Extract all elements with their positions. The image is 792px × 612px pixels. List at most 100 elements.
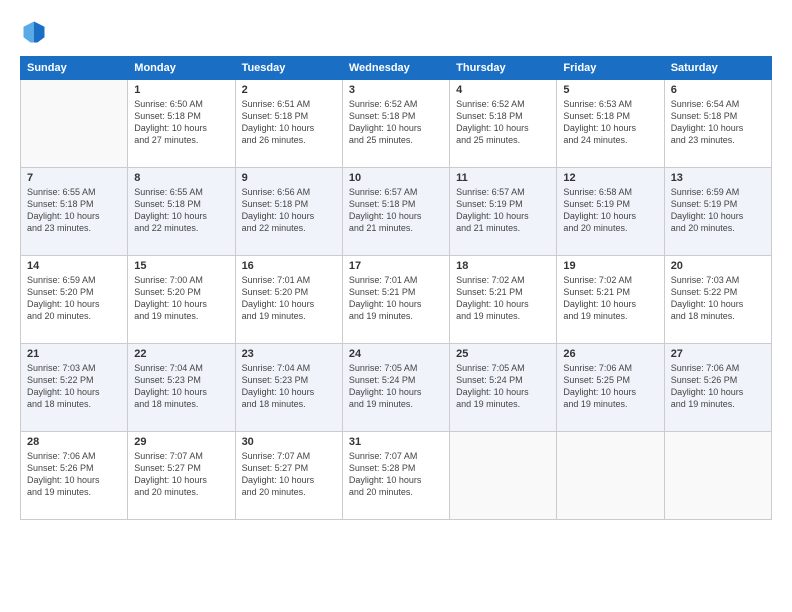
day-number: 26 (563, 348, 657, 360)
logo (20, 18, 52, 46)
day-number: 11 (456, 172, 550, 184)
calendar-cell: 12 Sunrise: 6:58 AM Sunset: 5:19 PM Dayli… (557, 168, 664, 256)
calendar-cell: 22 Sunrise: 7:04 AM Sunset: 5:23 PM Dayli… (128, 344, 235, 432)
calendar-cell: 28 Sunrise: 7:06 AM Sunset: 5:26 PM Dayli… (21, 432, 128, 520)
day-info: Sunrise: 7:01 AM Sunset: 5:20 PM Dayligh… (242, 274, 336, 323)
calendar-cell: 17 Sunrise: 7:01 AM Sunset: 5:21 PM Dayli… (342, 256, 449, 344)
day-info: Sunrise: 7:04 AM Sunset: 5:23 PM Dayligh… (134, 362, 228, 411)
day-info: Sunrise: 7:07 AM Sunset: 5:27 PM Dayligh… (134, 450, 228, 499)
day-number: 25 (456, 348, 550, 360)
day-info: Sunrise: 7:04 AM Sunset: 5:23 PM Dayligh… (242, 362, 336, 411)
day-number: 1 (134, 84, 228, 96)
day-number: 16 (242, 260, 336, 272)
day-number: 3 (349, 84, 443, 96)
calendar-cell: 6Sunrise: 6:54 AM Sunset: 5:18 PM Daylig… (664, 80, 771, 168)
day-number: 4 (456, 84, 550, 96)
calendar-cell: 8Sunrise: 6:55 AM Sunset: 5:18 PM Daylig… (128, 168, 235, 256)
day-info: Sunrise: 7:07 AM Sunset: 5:28 PM Dayligh… (349, 450, 443, 499)
day-number: 17 (349, 260, 443, 272)
day-info: Sunrise: 6:57 AM Sunset: 5:19 PM Dayligh… (456, 186, 550, 235)
day-info: Sunrise: 7:02 AM Sunset: 5:21 PM Dayligh… (563, 274, 657, 323)
header-tuesday: Tuesday (235, 57, 342, 80)
day-info: Sunrise: 7:05 AM Sunset: 5:24 PM Dayligh… (349, 362, 443, 411)
logo-icon (20, 18, 48, 46)
calendar-cell (21, 80, 128, 168)
day-info: Sunrise: 6:56 AM Sunset: 5:18 PM Dayligh… (242, 186, 336, 235)
day-number: 23 (242, 348, 336, 360)
calendar-cell: 26 Sunrise: 7:06 AM Sunset: 5:25 PM Dayli… (557, 344, 664, 432)
calendar-cell: 19 Sunrise: 7:02 AM Sunset: 5:21 PM Dayli… (557, 256, 664, 344)
calendar-cell: 31Sunrise: 7:07 AM Sunset: 5:28 PM Dayli… (342, 432, 449, 520)
header-saturday: Saturday (664, 57, 771, 80)
header-friday: Friday (557, 57, 664, 80)
day-info: Sunrise: 6:53 AM Sunset: 5:18 PM Dayligh… (563, 98, 657, 147)
day-number: 29 (134, 436, 228, 448)
day-number: 7 (27, 172, 121, 184)
day-number: 13 (671, 172, 765, 184)
day-number: 12 (563, 172, 657, 184)
day-number: 9 (242, 172, 336, 184)
calendar-cell: 24Sunrise: 7:05 AM Sunset: 5:24 PM Dayli… (342, 344, 449, 432)
day-number: 14 (27, 260, 121, 272)
day-info: Sunrise: 7:03 AM Sunset: 5:22 PM Dayligh… (27, 362, 121, 411)
header-thursday: Thursday (450, 57, 557, 80)
day-info: Sunrise: 7:02 AM Sunset: 5:21 PM Dayligh… (456, 274, 550, 323)
day-number: 22 (134, 348, 228, 360)
day-number: 15 (134, 260, 228, 272)
day-info: Sunrise: 6:50 AM Sunset: 5:18 PM Dayligh… (134, 98, 228, 147)
day-info: Sunrise: 7:03 AM Sunset: 5:22 PM Dayligh… (671, 274, 765, 323)
header-monday: Monday (128, 57, 235, 80)
calendar-cell: 15 Sunrise: 7:00 AM Sunset: 5:20 PM Dayli… (128, 256, 235, 344)
calendar-cell (557, 432, 664, 520)
page: SundayMondayTuesdayWednesdayThursdayFrid… (0, 0, 792, 612)
calendar-cell: 18 Sunrise: 7:02 AM Sunset: 5:21 PM Dayli… (450, 256, 557, 344)
calendar-cell: 3 Sunrise: 6:52 AM Sunset: 5:18 PM Daylig… (342, 80, 449, 168)
calendar-cell: 5 Sunrise: 6:53 AM Sunset: 5:18 PM Daylig… (557, 80, 664, 168)
day-info: Sunrise: 7:05 AM Sunset: 5:24 PM Dayligh… (456, 362, 550, 411)
day-number: 20 (671, 260, 765, 272)
day-number: 5 (563, 84, 657, 96)
calendar-week-row: 7 Sunrise: 6:55 AM Sunset: 5:18 PM Daylig… (21, 168, 772, 256)
day-number: 8 (134, 172, 228, 184)
day-info: Sunrise: 6:52 AM Sunset: 5:18 PM Dayligh… (349, 98, 443, 147)
calendar-table: SundayMondayTuesdayWednesdayThursdayFrid… (20, 56, 772, 520)
day-number: 28 (27, 436, 121, 448)
day-number: 19 (563, 260, 657, 272)
calendar-cell: 16 Sunrise: 7:01 AM Sunset: 5:20 PM Dayli… (235, 256, 342, 344)
day-info: Sunrise: 7:00 AM Sunset: 5:20 PM Dayligh… (134, 274, 228, 323)
calendar-cell: 9 Sunrise: 6:56 AM Sunset: 5:18 PM Daylig… (235, 168, 342, 256)
calendar-cell: 2Sunrise: 6:51 AM Sunset: 5:18 PM Daylig… (235, 80, 342, 168)
calendar-cell (450, 432, 557, 520)
day-info: Sunrise: 6:55 AM Sunset: 5:18 PM Dayligh… (27, 186, 121, 235)
calendar-cell: 23 Sunrise: 7:04 AM Sunset: 5:23 PM Dayli… (235, 344, 342, 432)
day-info: Sunrise: 6:51 AM Sunset: 5:18 PM Dayligh… (242, 98, 336, 147)
calendar-cell: 13 Sunrise: 6:59 AM Sunset: 5:19 PM Dayli… (664, 168, 771, 256)
day-number: 18 (456, 260, 550, 272)
day-info: Sunrise: 6:54 AM Sunset: 5:18 PM Dayligh… (671, 98, 765, 147)
day-info: Sunrise: 7:06 AM Sunset: 5:26 PM Dayligh… (27, 450, 121, 499)
calendar-cell: 4 Sunrise: 6:52 AM Sunset: 5:18 PM Daylig… (450, 80, 557, 168)
calendar-header-row: SundayMondayTuesdayWednesdayThursdayFrid… (21, 57, 772, 80)
day-info: Sunrise: 7:06 AM Sunset: 5:25 PM Dayligh… (563, 362, 657, 411)
day-number: 21 (27, 348, 121, 360)
day-info: Sunrise: 6:58 AM Sunset: 5:19 PM Dayligh… (563, 186, 657, 235)
day-info: Sunrise: 7:01 AM Sunset: 5:21 PM Dayligh… (349, 274, 443, 323)
calendar-cell (664, 432, 771, 520)
calendar-week-row: 14Sunrise: 6:59 AM Sunset: 5:20 PM Dayli… (21, 256, 772, 344)
calendar-cell: 1 Sunrise: 6:50 AM Sunset: 5:18 PM Daylig… (128, 80, 235, 168)
day-info: Sunrise: 6:57 AM Sunset: 5:18 PM Dayligh… (349, 186, 443, 235)
calendar-week-row: 1 Sunrise: 6:50 AM Sunset: 5:18 PM Daylig… (21, 80, 772, 168)
calendar-cell: 7 Sunrise: 6:55 AM Sunset: 5:18 PM Daylig… (21, 168, 128, 256)
calendar-cell: 21 Sunrise: 7:03 AM Sunset: 5:22 PM Dayli… (21, 344, 128, 432)
calendar-cell: 11 Sunrise: 6:57 AM Sunset: 5:19 PM Dayli… (450, 168, 557, 256)
day-info: Sunrise: 6:59 AM Sunset: 5:19 PM Dayligh… (671, 186, 765, 235)
header-wednesday: Wednesday (342, 57, 449, 80)
calendar-cell: 14Sunrise: 6:59 AM Sunset: 5:20 PM Dayli… (21, 256, 128, 344)
calendar-week-row: 21 Sunrise: 7:03 AM Sunset: 5:22 PM Dayli… (21, 344, 772, 432)
calendar-week-row: 28 Sunrise: 7:06 AM Sunset: 5:26 PM Dayli… (21, 432, 772, 520)
header (20, 18, 772, 46)
day-number: 27 (671, 348, 765, 360)
calendar-cell: 30Sunrise: 7:07 AM Sunset: 5:27 PM Dayli… (235, 432, 342, 520)
day-info: Sunrise: 6:52 AM Sunset: 5:18 PM Dayligh… (456, 98, 550, 147)
calendar-cell: 20 Sunrise: 7:03 AM Sunset: 5:22 PM Dayli… (664, 256, 771, 344)
